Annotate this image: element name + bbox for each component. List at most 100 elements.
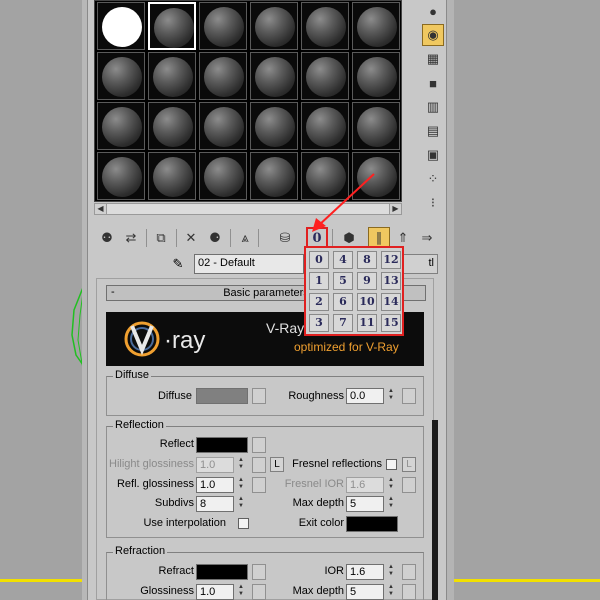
make-preview-icon[interactable]: ▤ [422,120,444,142]
ior-map-button[interactable] [402,564,416,580]
sample-slot[interactable] [148,152,196,200]
refraction-max-depth-map-button[interactable] [402,584,416,600]
sample-slot[interactable] [97,2,145,50]
sample-slot[interactable] [97,52,145,100]
panel-scrollbar[interactable] [432,420,438,600]
sample-slot[interactable] [199,152,247,200]
material-name-field[interactable]: 02 - Default [194,254,304,274]
ior-field[interactable]: 1.6 [346,564,384,580]
glossiness-spinner[interactable]: ▲ ▼ [236,584,246,600]
sample-slot[interactable] [97,102,145,150]
sample-slot[interactable] [301,2,349,50]
slot-count-option[interactable]: 2 [309,293,329,311]
sample-slot[interactable] [250,52,298,100]
reflect-map-button[interactable] [252,437,266,453]
scroll-right-arrow-icon[interactable]: ▶ [389,204,401,214]
sample-slot[interactable] [250,102,298,150]
slot-count-option[interactable]: 9 [357,272,377,290]
refract-map-button[interactable] [252,564,266,580]
material-id-channel-icon[interactable]: ⛁ [274,227,296,249]
roughness-field[interactable]: 0.0 [346,388,384,404]
sample-slot[interactable] [352,102,400,150]
subdivs-spinner[interactable]: ▲ ▼ [236,496,246,512]
material-map-navigator-icon[interactable]: ⁝ [422,192,444,214]
reflect-color-swatch[interactable] [196,437,248,453]
put-material-to-scene-icon[interactable]: ⇄ [120,227,142,249]
slot-count-option[interactable]: 0 [309,251,329,269]
assign-material-icon[interactable]: ⧉ [150,227,172,249]
sample-slot[interactable] [352,2,400,50]
diffuse-color-swatch[interactable] [196,388,248,404]
fresnel-lock-button[interactable]: L [402,457,416,472]
slot-count-option[interactable]: 12 [381,251,401,269]
roughness-spinner[interactable]: ▲ ▼ [386,388,396,404]
refract-color-swatch[interactable] [196,564,248,580]
refraction-max-depth-field[interactable]: 5 [346,584,384,600]
sample-slot[interactable] [199,52,247,100]
sample-slot[interactable] [97,152,145,200]
slot-count-option[interactable]: 14 [381,293,401,311]
diffuse-map-button[interactable] [252,388,266,404]
video-color-check-icon[interactable]: ▥ [422,96,444,118]
slot-count-option[interactable]: 7 [333,314,353,332]
slot-count-option[interactable]: 13 [381,272,401,290]
get-material-icon[interactable]: ⚉ [96,227,118,249]
slot-count-option[interactable]: 5 [333,272,353,290]
fresnel-reflections-checkbox[interactable] [386,459,397,470]
slot-count-option[interactable]: 6 [333,293,353,311]
hilight-glossiness-field[interactable]: 1.0 [196,457,234,473]
put-to-library-icon[interactable]: ⩓ [234,227,256,249]
sample-slot[interactable] [148,2,196,50]
ior-spinner[interactable]: ▲ ▼ [386,564,396,580]
sample-uv-tiling-icon[interactable]: ■ [422,72,444,94]
fresnel-ior-map-button[interactable] [402,477,416,493]
sample-slot[interactable] [352,52,400,100]
slot-count-option[interactable]: 1 [309,272,329,290]
sample-slot[interactable] [301,52,349,100]
make-unique-icon[interactable]: ⚈ [204,227,226,249]
background-checker-icon[interactable]: ▦ [422,48,444,70]
hilight-glossiness-spinner[interactable]: ▲ ▼ [236,457,246,473]
hilight-glossiness-map-button[interactable] [252,457,266,473]
hilight-lock-button[interactable]: L [270,457,284,472]
sample-slot[interactable] [199,102,247,150]
slot-count-option[interactable]: 15 [381,314,401,332]
select-by-material-icon[interactable]: ⁘ [422,168,444,190]
window-right-border [446,0,454,600]
sample-type-sphere-icon[interactable]: ● [422,0,444,22]
go-forward-to-sibling-icon[interactable]: ⇒ [416,227,438,249]
subdivs-field[interactable]: 8 [196,496,234,512]
refraction-max-depth-spinner[interactable]: ▲ ▼ [386,584,396,600]
reflection-max-depth-field[interactable]: 5 [346,496,384,512]
sample-slot[interactable] [250,2,298,50]
refl-glossiness-spinner[interactable]: ▲ ▼ [236,477,246,493]
backlight-icon[interactable]: ◉ [422,24,444,46]
pick-material-eyedropper-icon[interactable]: ✎ [168,254,188,274]
use-interpolation-checkbox[interactable] [238,518,249,529]
sample-slot[interactable] [250,152,298,200]
refl-glossiness-map-button[interactable] [252,477,266,493]
scroll-left-arrow-icon[interactable]: ◀ [95,204,107,214]
sample-slot[interactable] [148,52,196,100]
material-type-button[interactable]: tl [400,254,438,274]
refraction-max-depth-label: Max depth [292,585,344,597]
ior-label: IOR [324,565,344,577]
sample-slot[interactable] [148,102,196,150]
slot-count-option[interactable]: 11 [357,314,377,332]
slot-count-option[interactable]: 10 [357,293,377,311]
glossiness-field[interactable]: 1.0 [196,584,234,600]
refl-glossiness-field[interactable]: 1.0 [196,477,234,493]
roughness-map-button[interactable] [402,388,416,404]
options-icon[interactable]: ▣ [422,144,444,166]
exit-color-swatch[interactable] [346,516,398,532]
sample-slot[interactable] [199,2,247,50]
fresnel-ior-field[interactable]: 1.6 [346,477,384,493]
slot-count-option[interactable]: 4 [333,251,353,269]
reflection-max-depth-spinner[interactable]: ▲ ▼ [386,496,396,512]
glossiness-map-button[interactable] [252,584,266,600]
sample-slot[interactable] [301,102,349,150]
reset-map-icon[interactable]: ✕ [180,227,202,249]
slot-count-option[interactable]: 3 [309,314,329,332]
fresnel-ior-spinner[interactable]: ▲ ▼ [386,477,396,493]
slot-count-option[interactable]: 8 [357,251,377,269]
